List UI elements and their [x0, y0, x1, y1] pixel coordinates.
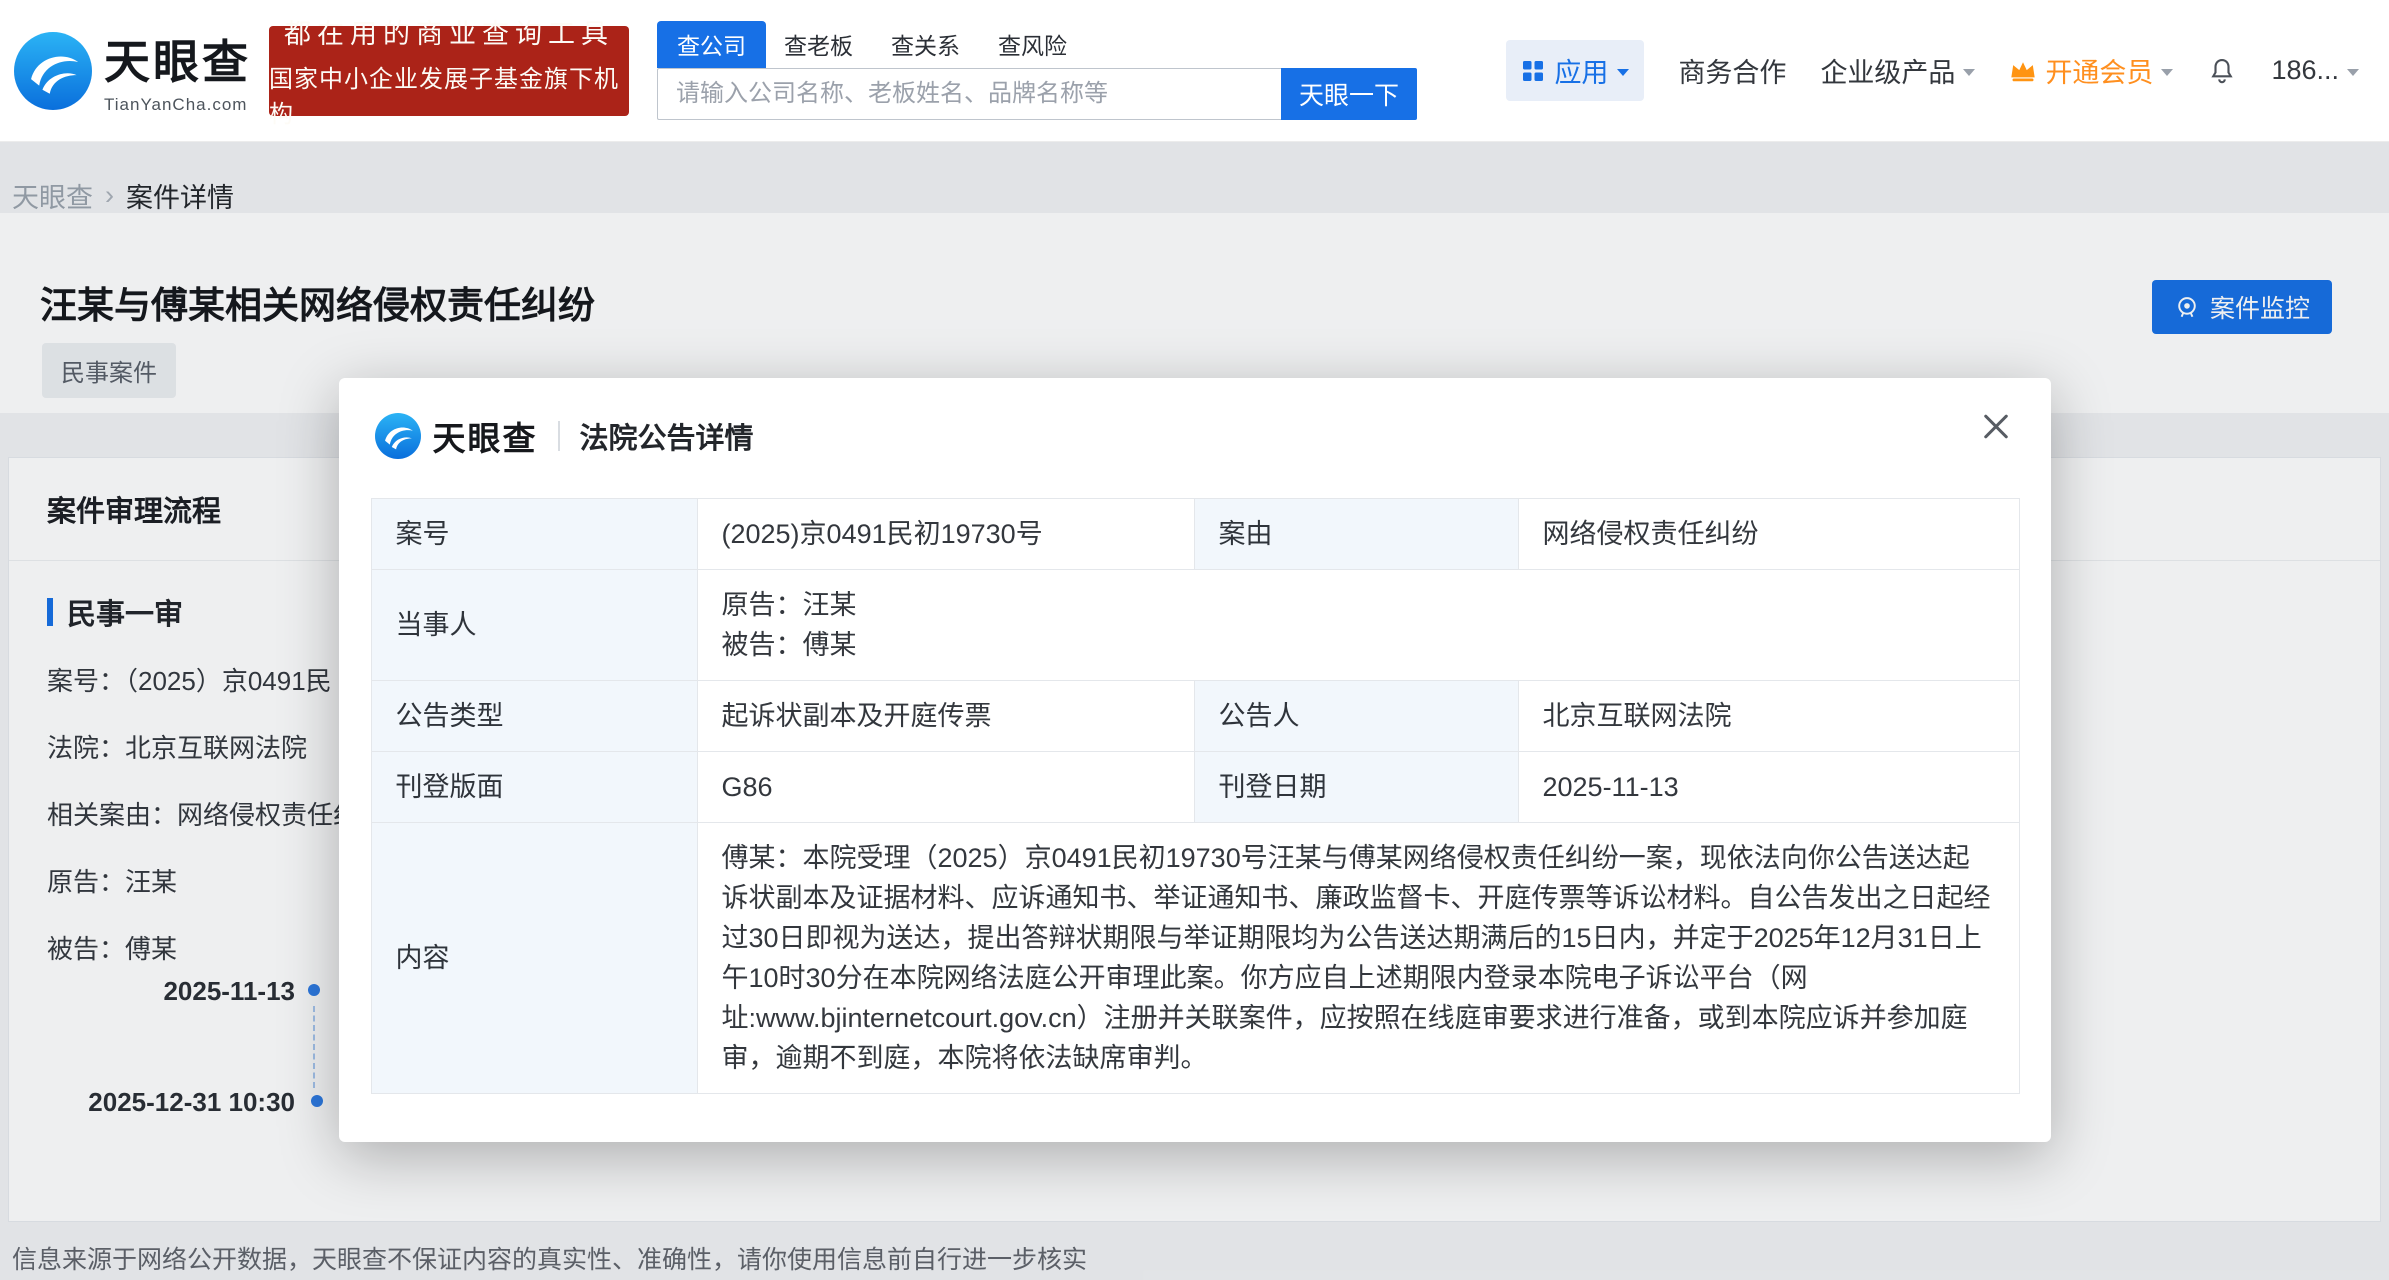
tianyancha-logo-icon [374, 413, 421, 459]
search-tabs: 查公司 查老板 查关系 查风险 [657, 21, 1417, 68]
page-label: 刊登版面 [370, 751, 698, 823]
table-row: 内容 傅某：本院受理（2025）京0491民初19730号汪某与傅某网络侵权责任… [370, 822, 2020, 1094]
slogan-line-1: 都在用的商业查询工具 [284, 19, 614, 49]
slogan-badge: 都在用的商业查询工具 国家中小企业发展子基金旗下机构 [269, 19, 629, 128]
header-nav: 应用 商务合作 企业级产品 开通会员 186... [1506, 40, 2359, 101]
publish-date-label: 刊登日期 [1193, 751, 1519, 823]
nav-cooperation[interactable]: 商务合作 [1678, 51, 1786, 90]
bell-icon [2211, 58, 2234, 83]
grid-apps-icon [1523, 60, 1544, 81]
nav-phone-label: 186... [2271, 55, 2339, 85]
brand-domain: TianYanCha.com [104, 95, 248, 114]
notice-type-label: 公告类型 [370, 680, 698, 752]
case-no-value: (2025)京0491民初19730号 [696, 498, 1195, 570]
divider [557, 421, 560, 451]
cause-label: 案由 [1193, 498, 1519, 570]
publish-date-value: 2025-11-13 [1517, 751, 2020, 823]
nav-account-phone[interactable]: 186... [2271, 55, 2359, 86]
search-tab-risk[interactable]: 查风险 [998, 21, 1067, 68]
crown-icon [2011, 61, 2036, 81]
search-button[interactable]: 天眼一下 [1281, 68, 1417, 120]
content-label: 内容 [370, 822, 698, 1094]
court-notice-table: 案号 (2025)京0491民初19730号 案由 网络侵权责任纠纷 当事人 原… [370, 498, 2020, 1094]
page-value: G86 [696, 751, 1195, 823]
party-value: 原告：汪某 被告：傅某 [696, 569, 2020, 681]
tianyancha-logo[interactable]: 天眼查 TianYanCha.com [14, 26, 251, 115]
announcer-label: 公告人 [1193, 680, 1519, 752]
content-value: 傅某：本院受理（2025）京0491民初19730号汪某与傅某网络侵权责任纠纷一… [696, 822, 2020, 1094]
nav-vip[interactable]: 开通会员 [2009, 51, 2174, 90]
chevron-down-icon [1963, 69, 1976, 76]
nav-enterprise-label: 企业级产品 [1820, 58, 1956, 88]
table-row: 刊登版面 G86 刊登日期 2025-11-13 [370, 751, 2020, 823]
notification-bell[interactable] [2207, 56, 2237, 86]
modal-body: 案号 (2025)京0491民初19730号 案由 网络侵权责任纠纷 当事人 原… [339, 486, 2051, 1142]
close-icon[interactable] [1973, 404, 2019, 450]
nav-enterprise[interactable]: 企业级产品 [1820, 51, 1976, 90]
chevron-down-icon [1617, 69, 1630, 76]
nav-apps[interactable]: 应用 [1506, 40, 1645, 101]
party-label: 当事人 [370, 569, 698, 681]
court-notice-modal: 天眼查 法院公告详情 案号 (2025)京0491民初19730号 案由 网络侵… [338, 378, 2051, 1142]
top-header: 天眼查 TianYanCha.com 都在用的商业查询工具 国家中小企业发展子基… [0, 0, 2389, 142]
announcer-value: 北京互联网法院 [1517, 680, 2020, 752]
cause-value: 网络侵权责任纠纷 [1517, 498, 2020, 570]
notice-type-value: 起诉状副本及开庭传票 [696, 680, 1195, 752]
table-row: 案号 (2025)京0491民初19730号 案由 网络侵权责任纠纷 [370, 498, 2020, 570]
modal-brand-name: 天眼查 [432, 420, 538, 457]
party-plaintiff: 原告：汪某 [721, 590, 857, 620]
table-row: 当事人 原告：汪某 被告：傅某 [370, 569, 2020, 681]
search-input[interactable] [657, 68, 1281, 120]
nav-cooperation-label: 商务合作 [1678, 58, 1787, 88]
chevron-down-icon [2347, 69, 2359, 76]
nav-apps-label: 应用 [1554, 58, 1609, 88]
tianyancha-logo-icon [14, 31, 92, 110]
party-defendant: 被告：傅某 [721, 630, 857, 660]
search-tab-boss[interactable]: 查老板 [784, 21, 853, 68]
search-tab-company[interactable]: 查公司 [657, 21, 766, 68]
nav-vip-label: 开通会员 [2045, 58, 2154, 88]
brand-name: 天眼查 [104, 36, 251, 88]
slogan-line-2: 国家中小企业发展子基金旗下机构 [269, 66, 619, 128]
search-tab-relation[interactable]: 查关系 [891, 21, 960, 68]
table-row: 公告类型 起诉状副本及开庭传票 公告人 北京互联网法院 [370, 680, 2020, 752]
search-area: 查公司 查老板 查关系 查风险 天眼一下 [657, 21, 1417, 120]
modal-title: 法院公告详情 [579, 423, 754, 455]
case-no-label: 案号 [370, 498, 698, 570]
chevron-down-icon [2161, 69, 2174, 76]
modal-header: 天眼查 法院公告详情 [339, 378, 2051, 486]
